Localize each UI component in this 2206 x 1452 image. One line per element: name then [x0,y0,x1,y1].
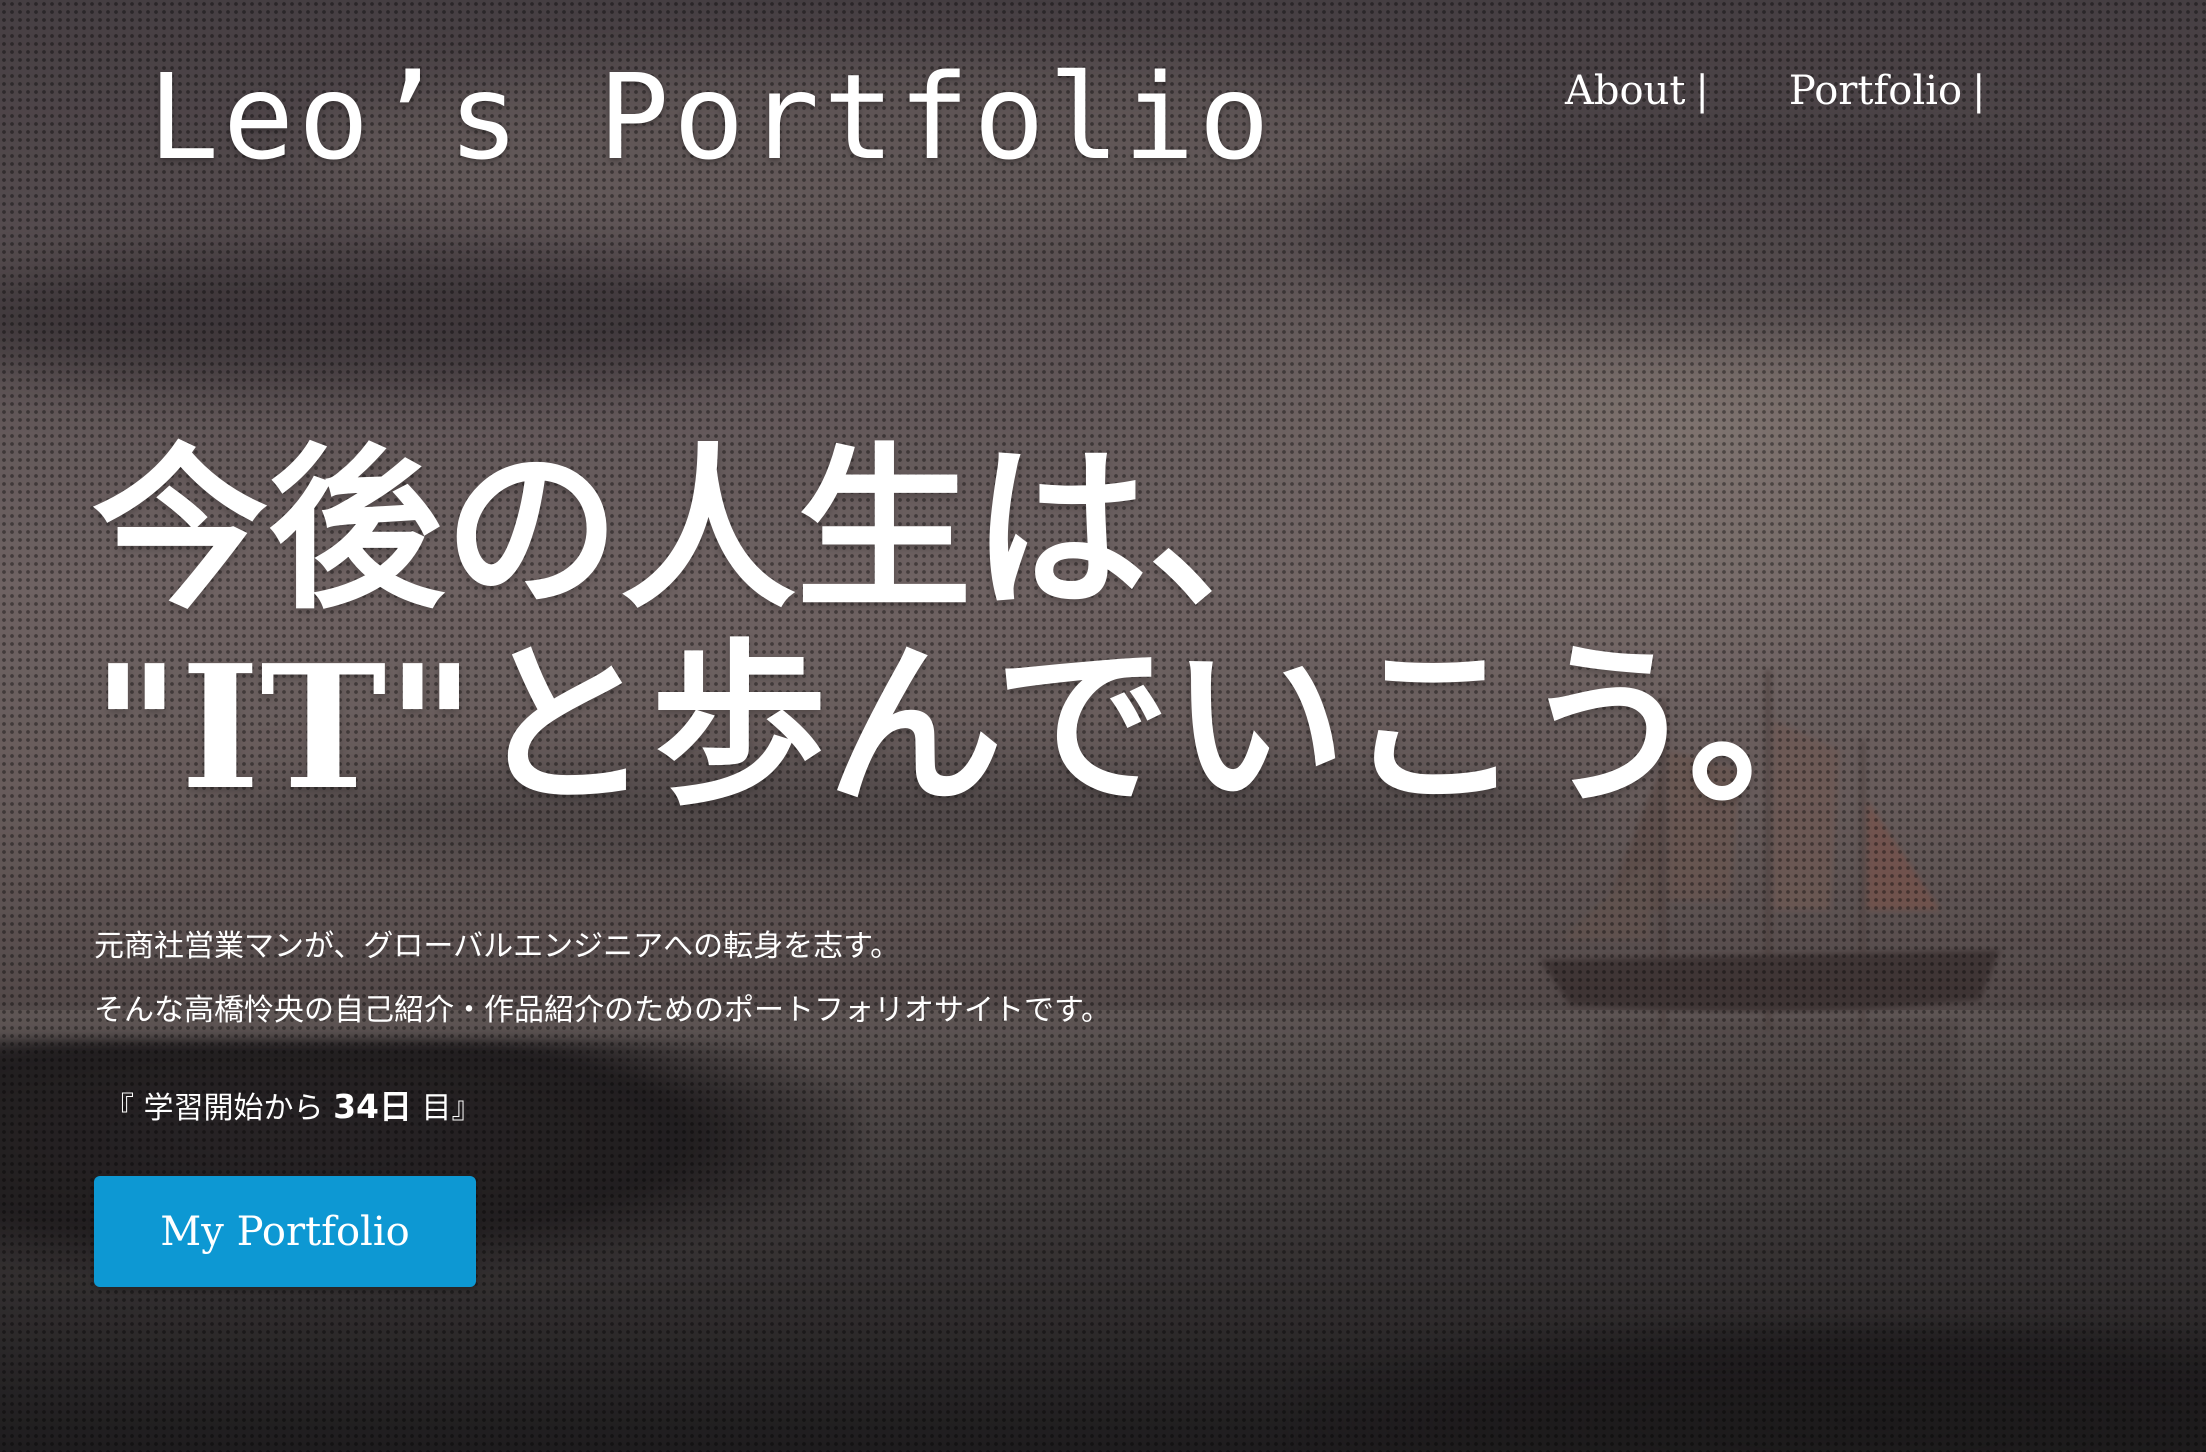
nav-separator: | [1972,68,1986,114]
nav-separator: | [1695,68,1709,114]
hero-section: Leo’s Portfolio About | Portfolio | 今後の人生は… [0,0,2206,1452]
description-line-1: 元商社営業マンが、グローバルエンジニアへの転身を志す。 [94,929,901,964]
nav-link-label: About [1565,68,1686,114]
nav-link-portfolio[interactable]: Portfolio | [1789,68,1986,114]
my-portfolio-button[interactable]: My Portfolio [94,1176,476,1287]
hero-description: 元商社営業マンが、グローバルエンジニアへの転身を志す。 そんな高橋怜央の自己紹介… [94,915,1111,1043]
nav-link-label: Portfolio [1788,68,1963,114]
headline-line-1: 今後の人生は、 [92,426,1325,633]
hero-headline: 今後の人生は、 "IT"と歩んでいこう。 [92,432,1864,829]
description-line-2: そんな高橋怜央の自己紹介・作品紹介のためのポートフォリオサイトです。 [94,993,1111,1028]
nav-link-about[interactable]: About | [1565,68,1709,114]
hero-content: Leo’s Portfolio About | Portfolio | 今後の人生は… [0,0,2206,1452]
main-nav: About | Portfolio | [1565,68,1986,114]
days-suffix: 目』 [412,1091,482,1126]
headline-line-2: と歩んでいこう。 [475,622,1864,829]
headline-it-quote: "IT" [92,628,476,828]
days-prefix: 『 学習開始から [104,1091,334,1126]
site-logo[interactable]: Leo’s Portfolio [148,58,1274,176]
study-days-counter: 『 学習開始から 34日 目』 [104,1080,482,1128]
days-count: 34日 [333,1087,413,1126]
